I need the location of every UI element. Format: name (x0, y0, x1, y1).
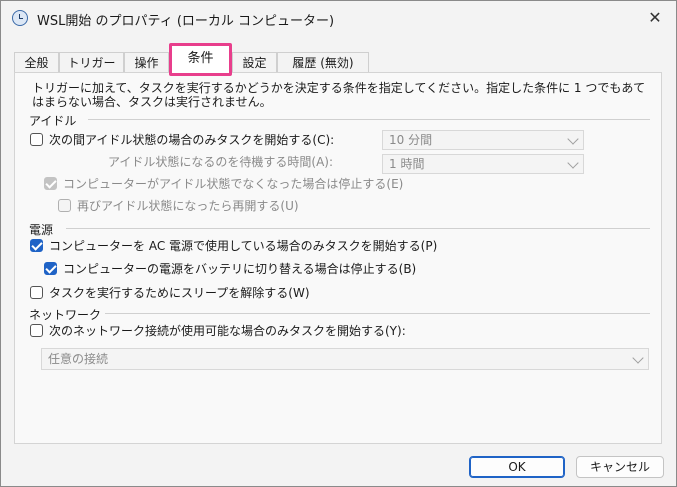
conditions-panel (14, 72, 662, 444)
tab-history[interactable]: 履歴 (無効) (277, 52, 369, 73)
task-scheduler-icon (12, 10, 28, 26)
cancel-button[interactable]: キャンセル (576, 456, 664, 478)
network-group-divider (102, 313, 650, 314)
chevron-down-icon (632, 352, 644, 364)
tab-settings[interactable]: 設定 (232, 52, 277, 73)
power-group-divider (66, 228, 650, 229)
stop-if-not-idle-checkbox[interactable] (44, 177, 57, 190)
network-only-label: 次のネットワーク接続が使用可能な場合のみタスクを開始する(Y): (49, 324, 406, 338)
chevron-down-icon (567, 133, 579, 145)
stop-on-battery-label: コンピューターの電源をバッテリに切り替える場合は停止する(B) (63, 262, 417, 276)
window-title: WSL開始 のプロパティ (ローカル コンピューター) (37, 14, 335, 29)
idle-group-divider (88, 119, 650, 120)
idle-duration-combo[interactable]: 10 分間 (382, 130, 584, 150)
wake-to-run-label: タスクを実行するためにスリープを解除する(W) (49, 286, 310, 300)
ac-power-only-label: コンピューターを AC 電源で使用している場合のみタスクを開始する(P) (49, 239, 438, 253)
close-icon[interactable]: ✕ (645, 8, 665, 28)
network-connection-combo[interactable]: 任意の接続 (41, 348, 649, 370)
chevron-down-icon (567, 157, 579, 169)
power-group-label: 電源 (29, 221, 58, 238)
wake-to-run-checkbox[interactable] (30, 286, 43, 299)
idle-duration-value: 10 分間 (389, 133, 433, 147)
restart-if-idle-label: 再びアイドル状態になったら再開する(U) (77, 199, 299, 213)
start-only-if-idle-label: 次の間アイドル状態の場合のみタスクを開始する(C): (49, 133, 335, 147)
idle-group-label: アイドル (29, 112, 81, 129)
ac-power-only-checkbox[interactable] (30, 239, 43, 252)
wait-duration-combo[interactable]: 1 時間 (382, 154, 584, 174)
wait-duration-label: アイドル状態になるのを待機する時間(A): (108, 155, 334, 169)
stop-if-not-idle-label: コンピューターがアイドル状態でなくなった場合は停止する(E) (63, 177, 404, 191)
tab-general[interactable]: 全般 (14, 52, 59, 73)
tab-conditions[interactable]: 条件 (169, 43, 232, 76)
tab-actions[interactable]: 操作 (124, 52, 169, 73)
description-text: トリガーに加えて、タスクを実行するかどうかを決定する条件を指定してください。指定… (32, 81, 646, 109)
start-only-if-idle-checkbox[interactable] (30, 133, 43, 146)
network-only-checkbox[interactable] (30, 324, 43, 337)
tab-triggers[interactable]: トリガー (59, 52, 124, 73)
restart-if-idle-checkbox[interactable] (58, 199, 71, 212)
network-group-label: ネットワーク (29, 306, 106, 323)
network-connection-value: 任意の接続 (48, 352, 109, 366)
ok-button[interactable]: OK (469, 456, 565, 478)
stop-on-battery-checkbox[interactable] (44, 262, 57, 275)
wait-duration-value: 1 時間 (389, 157, 425, 171)
